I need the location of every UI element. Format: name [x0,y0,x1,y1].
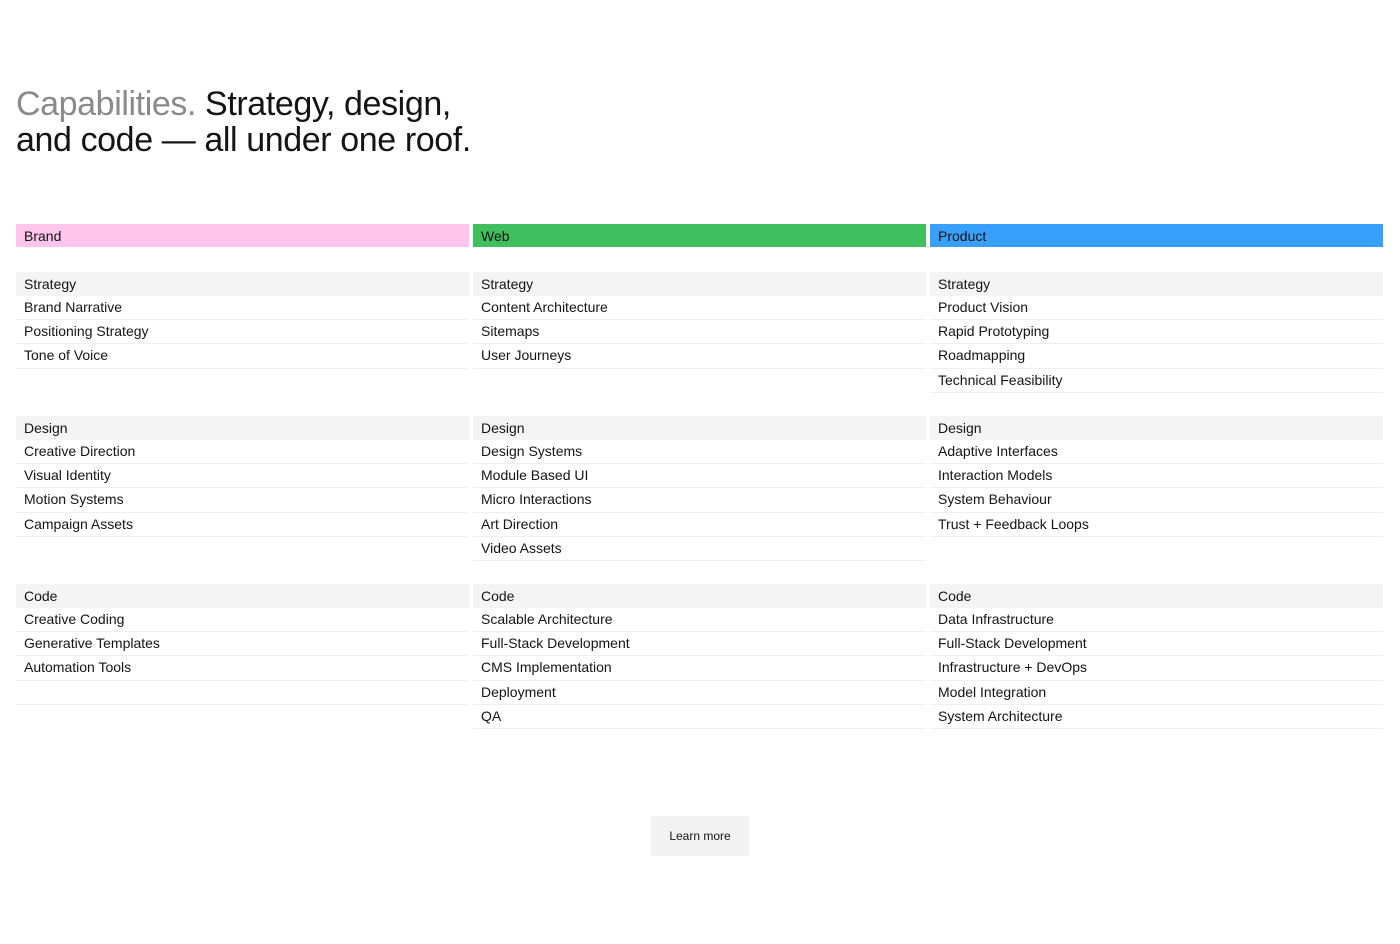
group-label: Code [930,584,1383,608]
group-label: Design [930,416,1383,440]
headline-line1-text: Strategy, design, [196,85,451,123]
list-item: Micro Interactions [473,488,926,513]
list-item: Tone of Voice [16,344,469,369]
group-code: Code Creative Coding Generative Templates A… [16,584,469,705]
group-code: Code Scalable Architecture Full-Stack Deve… [473,584,926,729]
group-label: Code [16,584,469,608]
list-item: Roadmapping [930,344,1383,369]
headline-line-2: and code — all under one roof. [16,121,471,159]
list-item: CMS Implementation [473,656,926,681]
list-item: Generative Templates [16,632,469,657]
list-item: Model Integration [930,681,1383,705]
list-item: User Journeys [473,344,926,369]
list-item: Motion Systems [16,488,469,513]
list-item: Trust + Feedback Loops [930,513,1383,537]
list-item: Creative Direction [16,440,469,465]
list-item: Deployment [473,681,926,705]
list-item: Brand Narrative [16,296,469,321]
group-design: Design Adaptive Interfaces Interaction Mod… [930,416,1383,537]
list-item: Content Architecture [473,296,926,321]
group-label: Strategy [930,272,1383,296]
group-design: Design Design Systems Module Based UI Micro… [473,416,926,561]
group-label: Design [473,416,926,440]
list-item: System Architecture [930,705,1383,729]
column-header-product: Product [930,224,1383,247]
list-item: Interaction Models [930,464,1383,489]
list-item: Scalable Architecture [473,608,926,633]
list-item: System Behaviour [930,488,1383,513]
group-label: Code [473,584,926,608]
list-item: Infrastructure + DevOps [930,656,1383,681]
capability-column-web: Web Strategy Content Architecture Sitemaps U… [473,224,926,729]
list-item: Positioning Strategy [16,320,469,345]
list-item: Adaptive Interfaces [930,440,1383,465]
list-item: Sitemaps [473,320,926,345]
column-header-brand: Brand [16,224,469,247]
group-label: Design [16,416,469,440]
list-item: Full-Stack Development [473,632,926,657]
list-item: Automation Tools [16,656,469,681]
headline-muted: Capabilities. [16,85,197,123]
list-item: Campaign Assets [16,513,469,537]
list-item: Full-Stack Development [930,632,1383,657]
group-code: Code Data Infrastructure Full-Stack Develo… [930,584,1383,729]
learn-more-button[interactable]: Learn more [651,816,749,856]
list-item: Module Based UI [473,464,926,489]
capability-column-product: Product Strategy Product Vision Rapid Proto… [930,224,1383,729]
group-strategy: Strategy Content Architecture Sitemaps User… [473,272,926,369]
list-item: Creative Coding [16,608,469,633]
list-item: QA [473,705,926,729]
list-item: Data Infrastructure [930,608,1383,633]
headline-line-1: Capabilities. Strategy, design, [16,86,471,122]
group-label: Strategy [473,272,926,296]
column-header-web: Web [473,224,926,247]
empty-row [16,681,469,705]
list-item: Rapid Prototyping [930,320,1383,345]
list-item: Art Direction [473,513,926,537]
group-strategy: Strategy Product Vision Rapid Prototyping R… [930,272,1383,393]
list-item: Video Assets [473,537,926,561]
list-item: Product Vision [930,296,1383,321]
group-label: Strategy [16,272,469,296]
group-strategy: Strategy Brand Narrative Positioning Strat… [16,272,469,369]
list-item: Technical Feasibility [930,369,1383,393]
page-headline: Capabilities. Strategy, design, and code… [16,86,471,158]
group-design: Design Creative Direction Visual Identity M… [16,416,469,537]
list-item: Design Systems [473,440,926,465]
list-item: Visual Identity [16,464,469,489]
capability-column-brand: Brand Strategy Brand Narrative Positioning … [16,224,469,705]
